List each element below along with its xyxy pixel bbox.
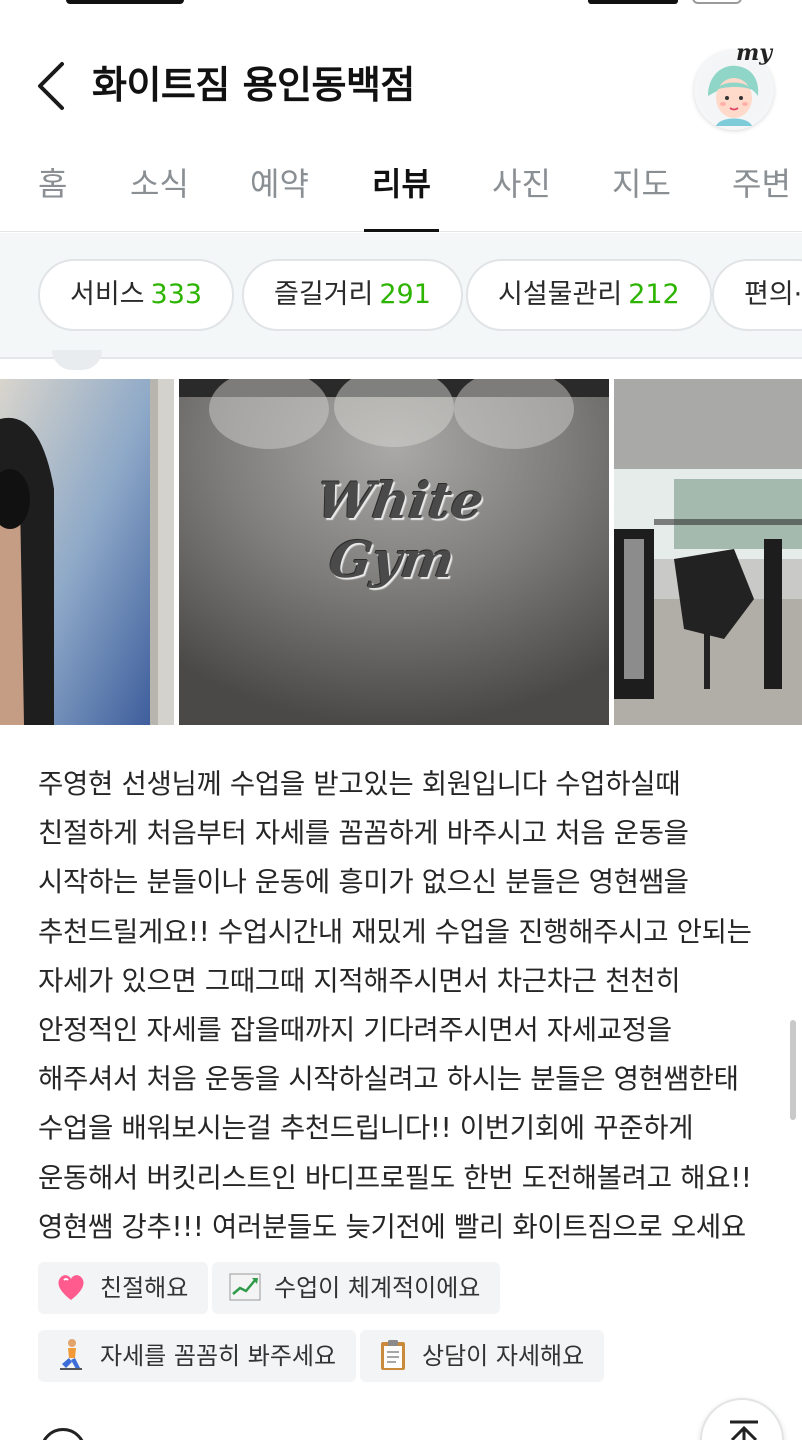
status-time: [66, 0, 184, 4]
tab-nearby[interactable]: 주변: [732, 160, 791, 232]
chip-count: 333: [150, 279, 203, 310]
tab-news[interactable]: 소식: [130, 160, 189, 232]
back-button[interactable]: [32, 58, 72, 114]
tag-label: 친절해요: [100, 1274, 189, 1302]
header: 화이트짐 용인동백점 my: [0, 40, 802, 140]
keyword-tag-kind: 친절해요: [38, 1262, 209, 1314]
review-keyword-filter-bar: 서비스 333 즐길거리 291 시설물관리 212 편의·: [0, 233, 802, 359]
chip-count: 291: [379, 279, 431, 310]
scroll-indicator-shadow: [52, 350, 102, 370]
chip-service[interactable]: 서비스 333: [38, 259, 235, 331]
battery-icon: [692, 0, 742, 4]
review-photo-sign[interactable]: White Gym: [179, 379, 609, 725]
review-photo-mirror[interactable]: [0, 379, 174, 725]
chip-facility[interactable]: 시설물관리 212: [466, 259, 712, 331]
review-photo-gym-floor[interactable]: [614, 379, 802, 725]
chip-label: 시설물관리: [498, 279, 623, 310]
tag-label: 상담이 자세해요: [422, 1342, 585, 1370]
chip-entertainment[interactable]: 즐길거리 291: [242, 259, 463, 331]
chip-label: 서비스: [70, 279, 145, 310]
chart-increasing-icon: [228, 1270, 262, 1304]
tab-booking[interactable]: 예약: [250, 160, 309, 232]
clipboard-icon: [376, 1338, 410, 1372]
tab-photos[interactable]: 사진: [492, 160, 551, 232]
kneeling-person-icon: [54, 1338, 88, 1372]
tab-review[interactable]: 리뷰: [364, 160, 439, 232]
tag-label: 자세를 꼼꼼히 봐주세요: [100, 1342, 337, 1370]
chevron-left-icon: [38, 62, 64, 110]
scrollbar[interactable]: [790, 1020, 796, 1120]
review-photo-strip: White Gym: [0, 379, 802, 725]
chip-convenience[interactable]: 편의·: [712, 259, 802, 331]
chip-count: 212: [628, 279, 680, 310]
tab-map[interactable]: 지도: [612, 160, 671, 232]
chip-label: 편의·: [744, 279, 802, 310]
tag-label: 수업이 체계적이에요: [274, 1274, 481, 1302]
scroll-to-top-button[interactable]: [700, 1398, 784, 1440]
arrow-up-icon: [730, 1420, 758, 1440]
keyword-tag-systematic: 수업이 체계적이에요: [212, 1262, 501, 1314]
my-label: my: [736, 40, 773, 66]
next-review-header: [0, 1420, 802, 1440]
review-body: 주영현 선생님께 수업을 받고있는 회원입니다 수업하실때 친절하게 처음부터 …: [38, 760, 768, 1301]
gym-sign-text: White Gym: [312, 471, 488, 589]
page-title: 화이트짐 용인동백점: [92, 63, 415, 107]
chip-label: 즐길거리: [274, 279, 374, 310]
heart-icon: [54, 1270, 88, 1304]
review-text: 주영현 선생님께 수업을 받고있는 회원입니다 수업하실때 친절하게 처음부터 …: [38, 768, 752, 1243]
status-bar: [0, 0, 802, 10]
keyword-tag-posture: 자세를 꼼꼼히 봐주세요: [38, 1330, 357, 1382]
tab-bar: 홈 소식 예약 리뷰 사진 지도 주변: [0, 150, 802, 232]
signal-icon: [588, 0, 678, 4]
reviewer-avatar[interactable]: [40, 1428, 86, 1440]
tab-home[interactable]: 홈: [38, 160, 67, 232]
keyword-tag-consult: 상담이 자세해요: [360, 1330, 605, 1382]
